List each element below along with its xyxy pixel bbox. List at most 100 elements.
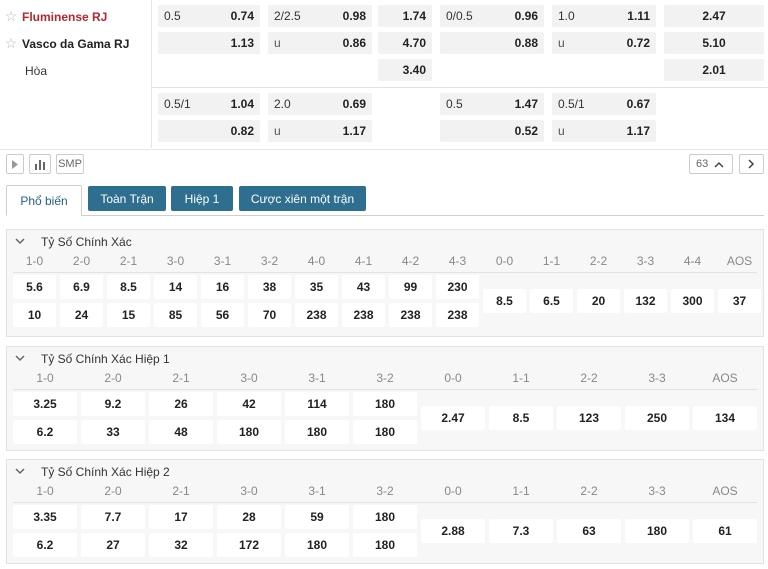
away-score-odd[interactable]: 85 (154, 303, 197, 327)
smp-button[interactable]: SMP (56, 154, 84, 174)
away-score-odd[interactable]: 24 (60, 303, 103, 327)
asian-handicap-away[interactable]: 1.13 (158, 32, 260, 54)
over-under-under-h1-alt[interactable]: u 1.17 (552, 120, 656, 142)
away-score-odd[interactable]: 238 (389, 303, 432, 327)
away-score-odd[interactable]: 180 (285, 420, 349, 444)
home-score-odd[interactable]: 230 (436, 275, 479, 299)
1x2-away[interactable]: 4.70 (378, 32, 432, 54)
away-score-odd[interactable]: 180 (285, 533, 349, 557)
over-under-over-h1[interactable]: 1.0 1.11 (552, 5, 656, 27)
bar-chart-icon[interactable] (29, 154, 51, 174)
asian-handicap-home-alt[interactable]: 0.5/1 1.04 (158, 93, 260, 115)
home-score-odd[interactable]: 8.5 (107, 275, 150, 299)
away-score-odd[interactable]: 180 (353, 533, 417, 557)
away-score-odd[interactable]: 48 (149, 420, 213, 444)
score-label: 3-0 (166, 254, 185, 268)
draw-score-odd[interactable]: 134 (693, 406, 757, 430)
1x2-home-h1[interactable]: 2.47 (664, 5, 764, 27)
home-team-name[interactable]: Fluminense RJ (22, 10, 107, 24)
home-score-odd[interactable]: 28 (217, 505, 281, 529)
draw-score-odd[interactable]: 250 (625, 406, 689, 430)
draw-score-odd[interactable]: 63 (557, 519, 621, 543)
over-under-under-alt[interactable]: u 1.17 (268, 120, 372, 142)
draw-score-odd[interactable]: 300 (671, 289, 714, 313)
1x2-draw[interactable]: 3.40 (378, 59, 432, 81)
asian-handicap-away-h1-alt[interactable]: 0.52 (440, 120, 544, 142)
draw-score-odd[interactable]: 8.5 (483, 289, 526, 313)
away-score-odd[interactable]: 56 (201, 303, 244, 327)
draw-score-odd[interactable]: 2.47 (421, 406, 485, 430)
asian-handicap-home-h1[interactable]: 0/0.5 0.96 (440, 5, 544, 27)
home-score-odd[interactable]: 3.25 (13, 392, 77, 416)
home-score-odd[interactable]: 6.9 (60, 275, 103, 299)
home-score-odd[interactable]: 42 (217, 392, 281, 416)
draw-score-odd[interactable]: 123 (557, 406, 621, 430)
home-score-odd[interactable]: 99 (389, 275, 432, 299)
away-score-odd[interactable]: 6.2 (13, 420, 77, 444)
home-score-odd[interactable]: 26 (149, 392, 213, 416)
play-icon[interactable] (6, 154, 24, 174)
asian-handicap-away-h1[interactable]: 0.88 (440, 32, 544, 54)
draw-score-odd[interactable]: 7.3 (489, 519, 553, 543)
home-score-odd[interactable]: 9.2 (81, 392, 145, 416)
over-under-over-alt[interactable]: 2.0 0.69 (268, 93, 372, 115)
away-score-odd[interactable]: 180 (353, 420, 417, 444)
1x2-away-h1[interactable]: 5.10 (664, 32, 764, 54)
panel-header[interactable]: Tỷ Số Chính Xác Hiệp 2 (7, 460, 763, 484)
over-under-over[interactable]: 2/2.5 0.98 (268, 5, 372, 27)
home-score-odd[interactable]: 43 (342, 275, 385, 299)
panel-header[interactable]: Tỷ Số Chính Xác (7, 230, 763, 254)
away-team-name[interactable]: Vasco da Gama RJ (22, 37, 129, 51)
chevron-right-icon[interactable] (739, 154, 764, 174)
away-score-odd[interactable]: 27 (81, 533, 145, 557)
tab-full-match[interactable]: Toàn Trận (88, 186, 166, 211)
away-score-odd[interactable]: 6.2 (13, 533, 77, 557)
home-score-odd[interactable]: 14 (154, 275, 197, 299)
1x2-draw-h1[interactable]: 2.01 (664, 59, 764, 81)
home-score-odd[interactable]: 16 (201, 275, 244, 299)
draw-score-odd[interactable]: 6.5 (530, 289, 573, 313)
away-score-odd[interactable]: 32 (149, 533, 213, 557)
away-score-odd[interactable]: 70 (248, 303, 291, 327)
home-score-odd[interactable]: 59 (285, 505, 349, 529)
favorite-star-icon[interactable]: ☆ (0, 35, 22, 52)
1x2-home[interactable]: 1.74 (378, 5, 432, 27)
away-score-odd[interactable]: 172 (217, 533, 281, 557)
home-score-odd[interactable]: 7.7 (81, 505, 145, 529)
panel-header[interactable]: Tỷ Số Chính Xác Hiệp 1 (7, 347, 763, 371)
over-under-under[interactable]: u 0.86 (268, 32, 372, 54)
draw-score-odd[interactable]: 61 (693, 519, 757, 543)
home-score-odd[interactable]: 3.35 (13, 505, 77, 529)
away-score-odd[interactable]: 238 (342, 303, 385, 327)
home-score-odd[interactable]: 180 (353, 505, 417, 529)
asian-handicap-away-alt[interactable]: 0.82 (158, 120, 260, 142)
draw-score-odd[interactable]: 37 (718, 289, 761, 313)
tab-popular[interactable]: Phổ biến (6, 185, 82, 216)
draw-score-odd[interactable]: 180 (625, 519, 689, 543)
draw-score-odd[interactable]: 2.88 (421, 519, 485, 543)
home-score-odd[interactable]: 114 (285, 392, 349, 416)
home-score-odd[interactable]: 5.6 (13, 275, 56, 299)
away-score-odd[interactable]: 33 (81, 420, 145, 444)
favorite-star-icon[interactable]: ☆ (0, 8, 22, 25)
draw-score-odd[interactable]: 8.5 (489, 406, 553, 430)
more-markets-button[interactable]: 63 (689, 154, 733, 174)
draw-score-odd[interactable]: 20 (577, 289, 620, 313)
draw-score-odd[interactable]: 132 (624, 289, 667, 313)
home-score-odd[interactable]: 38 (248, 275, 291, 299)
asian-handicap-home-h1-alt[interactable]: 0.5 1.47 (440, 93, 544, 115)
away-score-odd[interactable]: 180 (217, 420, 281, 444)
home-score-odd[interactable]: 35 (295, 275, 338, 299)
over-under-over-h1-alt[interactable]: 0.5/1 0.67 (552, 93, 656, 115)
over-under-under-h1[interactable]: u 0.72 (552, 32, 656, 54)
score-label: 1-0 (36, 371, 54, 385)
home-score-odd[interactable]: 180 (353, 392, 417, 416)
away-score-odd[interactable]: 238 (436, 303, 479, 327)
asian-handicap-home[interactable]: 0.5 0.74 (158, 5, 260, 27)
tab-first-half[interactable]: Hiệp 1 (171, 186, 233, 211)
away-score-odd[interactable]: 238 (295, 303, 338, 327)
away-score-odd[interactable]: 10 (13, 303, 56, 327)
away-score-odd[interactable]: 15 (107, 303, 150, 327)
home-score-odd[interactable]: 17 (149, 505, 213, 529)
tab-same-game-parlay[interactable]: Cược xiên một trận (239, 186, 366, 211)
